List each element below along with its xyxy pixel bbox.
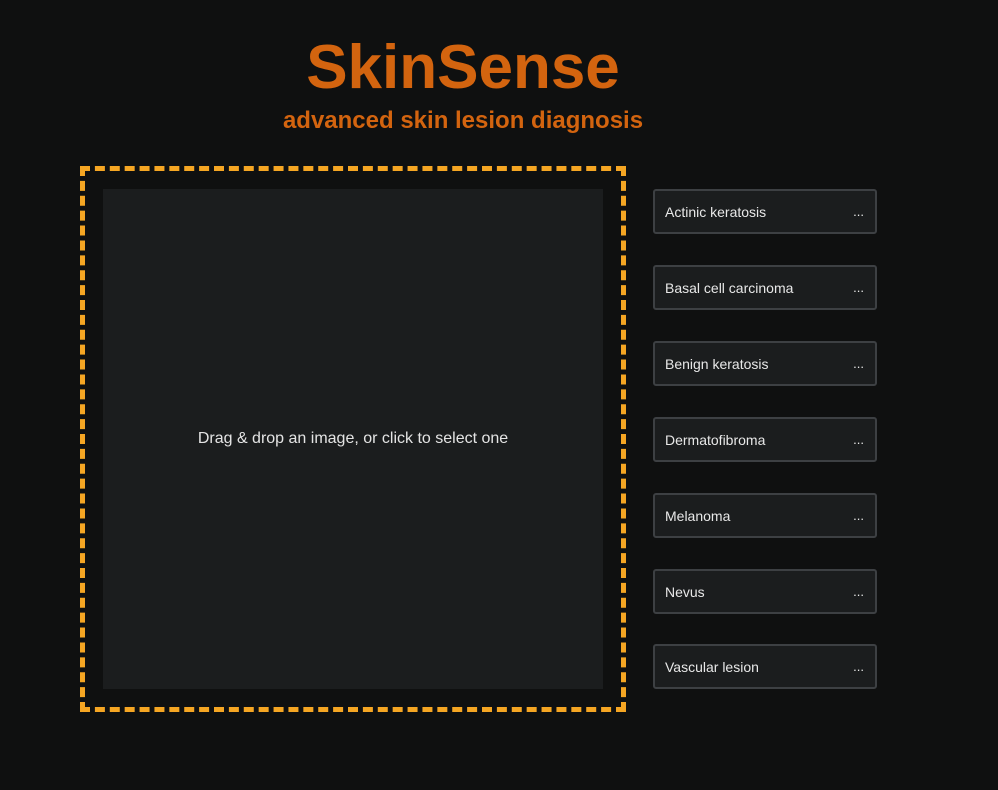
diagnosis-item-melanoma[interactable]: Melanoma ...	[653, 493, 877, 538]
diagnosis-score: ...	[853, 659, 864, 674]
app-subtitle: advanced skin lesion diagnosis	[282, 107, 644, 134]
diagnosis-score: ...	[853, 280, 864, 295]
diagnosis-label: Benign keratosis	[665, 355, 769, 372]
dropzone-instructions: Drag & drop an image, or click to select…	[197, 430, 509, 447]
diagnosis-label: Nevus	[665, 583, 705, 600]
diagnosis-item-actinic-keratosis[interactable]: Actinic keratosis ...	[653, 189, 877, 234]
diagnosis-item-nevus[interactable]: Nevus ...	[653, 569, 877, 614]
diagnosis-score: ...	[853, 356, 864, 371]
diagnosis-item-dermatofibroma[interactable]: Dermatofibroma ...	[653, 417, 877, 462]
diagnosis-score: ...	[853, 508, 864, 523]
diagnosis-item-benign-keratosis[interactable]: Benign keratosis ...	[653, 341, 877, 386]
app-title: SkinSense	[306, 33, 620, 102]
diagnosis-score: ...	[853, 432, 864, 447]
dropzone-area[interactable]: Drag & drop an image, or click to select…	[103, 189, 603, 689]
diagnosis-item-basal-cell-carcinoma[interactable]: Basal cell carcinoma ...	[653, 265, 877, 310]
diagnosis-label: Vascular lesion	[665, 658, 759, 675]
diagnosis-label: Actinic keratosis	[665, 203, 767, 220]
image-dropzone[interactable]: Drag & drop an image, or click to select…	[80, 166, 626, 712]
diagnosis-score: ...	[853, 204, 864, 219]
diagnosis-item-vascular-lesion[interactable]: Vascular lesion ...	[653, 644, 877, 689]
diagnosis-score: ...	[853, 584, 864, 599]
diagnosis-label: Dermatofibroma	[665, 431, 766, 448]
diagnosis-label: Melanoma	[665, 507, 731, 524]
diagnosis-label: Basal cell carcinoma	[665, 279, 794, 296]
